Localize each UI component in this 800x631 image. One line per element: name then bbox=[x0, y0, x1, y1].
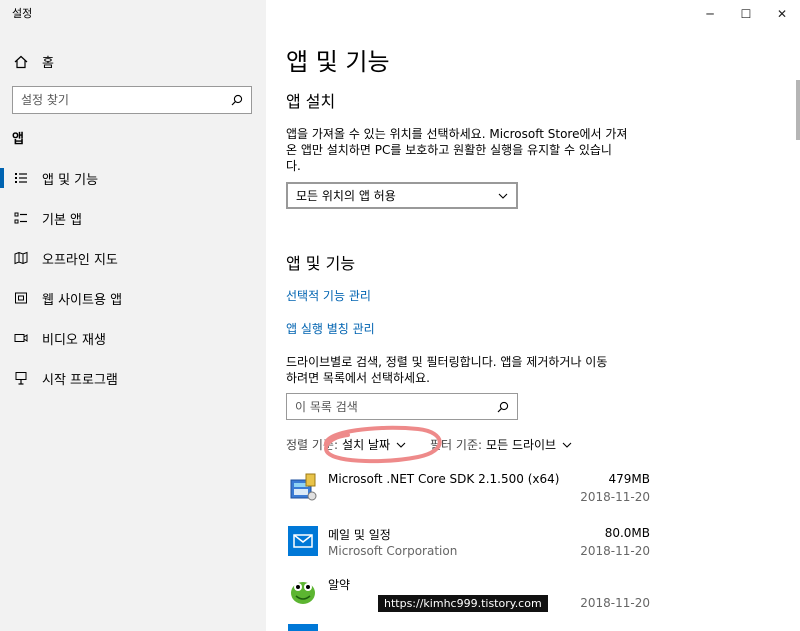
app-publisher: Microsoft Corporation bbox=[328, 544, 458, 558]
nav-home[interactable]: 홈 bbox=[14, 52, 54, 71]
window-controls: ─ ☐ ✕ bbox=[692, 0, 800, 28]
sidebar-nav: 앱 및 기능 기본 앱 오프라인 지도 웹 사이트용 앱 비디오 재생 시작 프… bbox=[0, 158, 266, 398]
next-app-icon bbox=[288, 624, 318, 631]
install-description-line: 앱을 가져올 수 있는 위치를 선택하세요. Microsoft Store에서… bbox=[286, 127, 628, 141]
app-name: Microsoft .NET Core SDK 2.1.500 (x64) bbox=[328, 472, 560, 486]
install-heading: 앱 설치 bbox=[286, 92, 336, 111]
startup-icon bbox=[15, 372, 27, 385]
map-icon bbox=[14, 251, 28, 265]
apps-description-line: 드라이브별로 검색, 정렬 및 필터링합니다. 앱을 제거하거나 이동 bbox=[286, 355, 608, 369]
annotation-circle bbox=[324, 425, 442, 464]
main-content: ─ ☐ ✕ 앱 및 기능 앱 설치 앱을 가져올 수 있는 위치를 선택하세요.… bbox=[266, 0, 800, 631]
app-alias-link[interactable]: 앱 실행 별칭 관리 bbox=[286, 320, 375, 337]
app-size: 80.0MB bbox=[604, 526, 650, 540]
close-button[interactable]: ✕ bbox=[764, 0, 800, 28]
sidebar-item-label: 앱 및 기능 bbox=[42, 172, 99, 188]
app-name: 메일 및 일정 bbox=[328, 528, 391, 542]
sidebar-item-label: 웹 사이트용 앱 bbox=[42, 292, 123, 308]
apps-description: 드라이브별로 검색, 정렬 및 필터링합니다. 앱을 제거하거나 이동 하려면 … bbox=[286, 354, 666, 386]
page-title: 앱 및 기능 bbox=[286, 48, 390, 76]
sidebar-item-offline-maps[interactable]: 오프라인 지도 bbox=[0, 238, 266, 278]
app-date: 2018-11-20 bbox=[580, 596, 650, 610]
app-list-search-input[interactable] bbox=[295, 399, 497, 414]
sidebar-item-startup[interactable]: 시작 프로그램 bbox=[0, 358, 266, 398]
settings-window: 설정 홈 앱 앱 및 기능 bbox=[0, 0, 800, 631]
app-list-search-box[interactable] bbox=[286, 393, 518, 420]
default-apps-icon bbox=[14, 212, 27, 224]
scrollbar[interactable] bbox=[796, 80, 800, 140]
apps-description-line: 하려면 목록에서 선택하세요. bbox=[286, 371, 430, 385]
app-date: 2018-11-20 bbox=[580, 544, 650, 558]
sidebar-item-apps-features[interactable]: 앱 및 기능 bbox=[0, 158, 266, 198]
optional-features-link[interactable]: 선택적 기능 관리 bbox=[286, 287, 371, 304]
list-icon bbox=[15, 173, 27, 183]
maximize-button[interactable]: ☐ bbox=[728, 0, 764, 28]
sidebar-item-label: 비디오 재생 bbox=[42, 332, 106, 348]
sidebar-item-apps-for-websites[interactable]: 웹 사이트용 앱 bbox=[0, 278, 266, 318]
watermark: https://kimhc999.tistory.com bbox=[378, 595, 548, 612]
app-list-item[interactable]: 메일 및 일정 Microsoft Corporation 80.0MB 201… bbox=[286, 522, 650, 572]
app-size: 479MB bbox=[608, 472, 651, 486]
sidebar-item-label: 시작 프로그램 bbox=[42, 372, 118, 388]
nav-home-label: 홈 bbox=[42, 56, 54, 71]
search-icon[interactable] bbox=[231, 94, 243, 106]
install-source-dropdown[interactable]: 모든 위치의 앱 허용 bbox=[286, 182, 518, 209]
filter-value: 모든 드라이브 bbox=[486, 438, 557, 452]
install-description-line: 온 앱만 설치하면 PC를 보호하고 원활한 실행을 유지할 수 있습니 bbox=[286, 143, 612, 157]
settings-search-input[interactable] bbox=[21, 93, 231, 107]
video-icon bbox=[14, 334, 28, 342]
sidebar-item-default-apps[interactable]: 기본 앱 bbox=[0, 198, 266, 238]
sidebar-item-video-playback[interactable]: 비디오 재생 bbox=[0, 318, 266, 358]
install-description-line: 다. bbox=[286, 159, 301, 173]
filter-dropdown[interactable]: 필터 기준: 모든 드라이브 bbox=[430, 436, 572, 453]
app-date: 2018-11-20 bbox=[580, 490, 650, 504]
install-description: 앱을 가져올 수 있는 위치를 선택하세요. Microsoft Store에서… bbox=[286, 126, 666, 174]
chevron-down-icon bbox=[562, 442, 572, 448]
dropdown-value: 모든 위치의 앱 허용 bbox=[296, 189, 396, 203]
search-icon[interactable] bbox=[497, 401, 509, 413]
mail-icon bbox=[288, 526, 318, 556]
sidebar-item-label: 오프라인 지도 bbox=[42, 252, 118, 268]
sidebar-section-label: 앱 bbox=[12, 132, 24, 147]
sidebar-item-label: 기본 앱 bbox=[42, 212, 83, 228]
app-list-item[interactable]: Microsoft .NET Core SDK 2.1.500 (x64) 47… bbox=[286, 468, 650, 518]
apps-heading: 앱 및 기능 bbox=[286, 254, 356, 273]
settings-search-box[interactable] bbox=[12, 86, 252, 114]
chevron-down-icon bbox=[498, 193, 508, 199]
web-icon bbox=[15, 292, 27, 304]
minimize-button[interactable]: ─ bbox=[692, 0, 728, 28]
alyac-icon bbox=[291, 582, 315, 604]
window-title: 설정 bbox=[12, 7, 33, 20]
installer-package-icon bbox=[290, 473, 317, 501]
sidebar: 설정 홈 앱 앱 및 기능 bbox=[0, 0, 266, 631]
app-name: 알약 bbox=[328, 578, 351, 592]
home-icon bbox=[14, 55, 28, 68]
